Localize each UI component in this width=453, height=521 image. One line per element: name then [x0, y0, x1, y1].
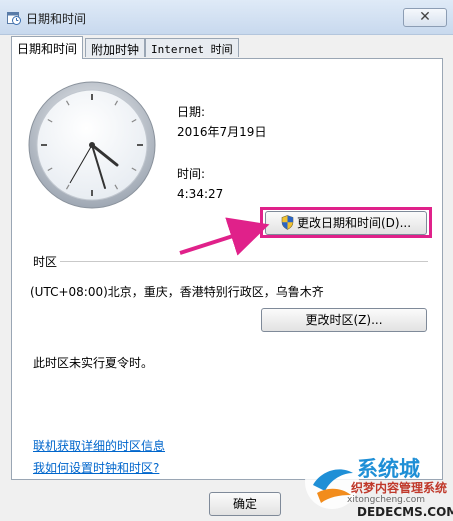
- time-label: 时间:: [177, 167, 206, 181]
- date-label: 日期:: [177, 105, 206, 119]
- change-date-time-label: 更改日期和时间(D)...: [296, 216, 412, 230]
- analog-clock: [28, 81, 156, 209]
- uac-shield-icon: [281, 215, 294, 230]
- tab-internet-time[interactable]: Internet 时间: [145, 38, 239, 57]
- dst-note: 此时区未实行夏令时。: [33, 356, 154, 370]
- close-icon: ✕: [419, 9, 431, 25]
- title-bar[interactable]: 日期和时间 ✕: [0, 0, 453, 35]
- online-timezone-info-link[interactable]: 联机获取详细的时区信息: [33, 437, 165, 454]
- watermark-url-bottom: DEDECMS.COM: [357, 505, 453, 519]
- watermark-url-top: xitongcheng.com: [347, 495, 425, 505]
- ok-button[interactable]: 确定: [209, 492, 281, 516]
- calendar-clock-icon: [7, 12, 21, 25]
- close-button[interactable]: ✕: [403, 8, 447, 27]
- change-date-time-button[interactable]: 更改日期和时间(D)...: [265, 211, 427, 235]
- watermark-slogan: 织梦内容管理系统: [351, 481, 448, 495]
- timezone-value: (UTC+08:00)北京，重庆，香港特别行政区，乌鲁木齐: [30, 285, 324, 299]
- tab-additional-clocks[interactable]: 附加时钟: [85, 38, 146, 57]
- date-value: 2016年7月19日: [177, 125, 267, 139]
- timezone-divider: [60, 261, 428, 262]
- time-value: 4:34:27: [177, 187, 224, 201]
- tab-panel: 日期: 2016年7月19日 时间: 4:34:27 更改日期和时间(D)...…: [11, 58, 443, 480]
- site-watermark: 系统城 织梦内容管理系统 xitongcheng.com DEDECMS.COM: [303, 451, 453, 521]
- change-timezone-button[interactable]: 更改时区(Z)...: [261, 308, 427, 332]
- timezone-section-label: 时区: [33, 255, 58, 269]
- tab-date-time[interactable]: 日期和时间: [11, 36, 84, 59]
- date-time-dialog: 日期和时间 ✕ 日期和时间 附加时钟 Internet 时间 日期: 2016年…: [0, 0, 453, 521]
- window-title: 日期和时间: [26, 12, 87, 26]
- how-to-set-clock-link[interactable]: 我如何设置时钟和时区?: [33, 459, 159, 476]
